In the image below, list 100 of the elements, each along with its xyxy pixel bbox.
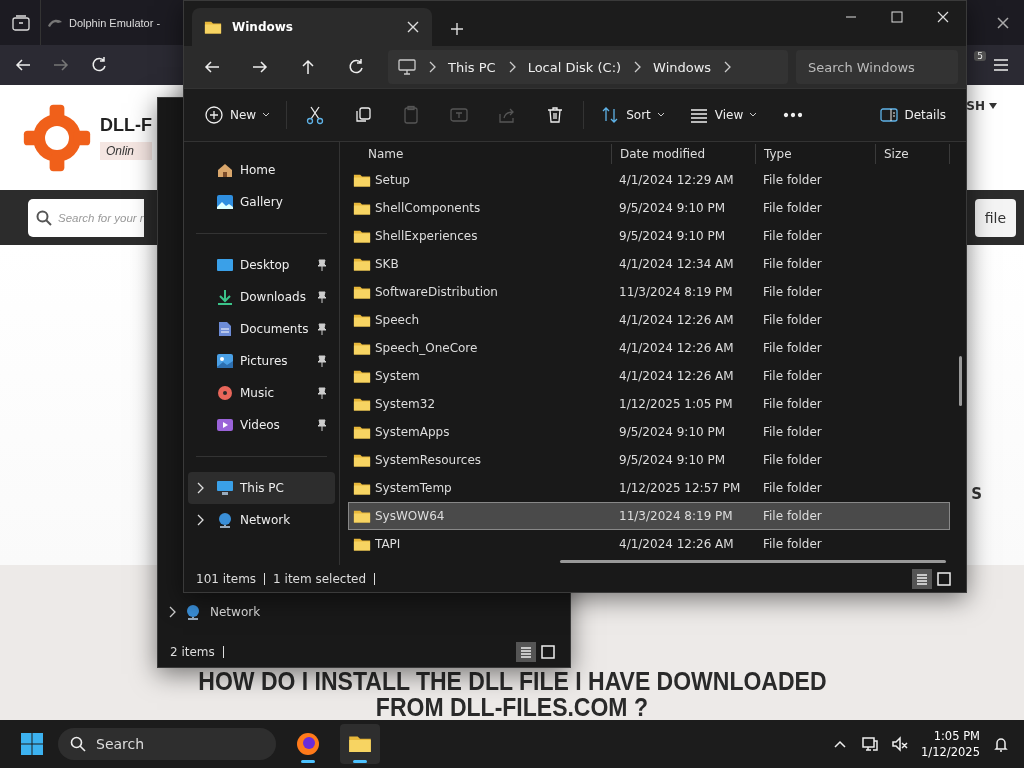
article-heading: FROM DLL-FILES.COM ? [375, 694, 649, 720]
file-row[interactable]: Speech_OneCore 4/1/2024 12:26 AM File folder [348, 334, 950, 362]
file-row[interactable]: ShellComponents 9/5/2024 9:10 PM File folder [348, 194, 950, 222]
date-cell: 11/3/2024 8:19 PM [619, 285, 733, 299]
sidebar-item[interactable]: Documents [188, 313, 335, 345]
type-cell: File folder [763, 341, 822, 355]
details-button[interactable]: Details [872, 98, 954, 132]
file-name: SysWOW64 [375, 509, 445, 523]
sidebar-item[interactable]: Gallery [188, 186, 335, 218]
file-row[interactable]: Setup 4/1/2024 12:29 AM File folder [348, 166, 950, 194]
square-icon [539, 643, 557, 661]
chevron-icon [723, 61, 732, 73]
column-header[interactable]: Name [368, 147, 404, 161]
type-cell: File folder [763, 397, 822, 411]
explorer-tab[interactable]: Windows [192, 8, 432, 46]
status-text: 2 items [170, 645, 215, 659]
maximize-icon [891, 11, 903, 23]
scrollbar-thumb[interactable] [959, 356, 962, 406]
extension-badge: 5 [974, 51, 986, 61]
documents-icon [216, 321, 234, 337]
status-text: 1 item selected [273, 571, 367, 586]
tab-list-icon[interactable] [12, 14, 30, 31]
file-row[interactable]: SoftwareDistribution 11/3/2024 8:19 PM File folder [348, 278, 950, 306]
file-row[interactable]: SystemResources 9/5/2024 9:10 PM File folder [348, 446, 950, 474]
date-cell: 9/5/2024 9:10 PM [619, 453, 726, 467]
copy-icon [353, 105, 374, 125]
start-icon[interactable] [20, 732, 44, 756]
folder-icon [353, 480, 371, 496]
plus-icon [204, 105, 224, 125]
new-button[interactable]: New [196, 98, 279, 132]
file-row[interactable]: SysWOW64 11/3/2024 8:19 PM File folder [348, 502, 950, 530]
details-pane-icon [880, 107, 899, 123]
file-row[interactable]: System32 1/12/2025 1:05 PM File folder [348, 390, 950, 418]
address-bar[interactable]: This PC Local Disk (C:) Windows [388, 50, 788, 84]
file-name: SKB [375, 257, 399, 271]
file-row[interactable]: ShellExperiences 9/5/2024 9:10 PM File folder [348, 222, 950, 250]
close-tab-button[interactable] [406, 20, 420, 34]
chevron-icon [633, 61, 642, 73]
view-button[interactable]: View [680, 98, 766, 132]
column-header[interactable]: Size [884, 147, 909, 161]
square-icon [935, 569, 953, 588]
search-field[interactable]: Search Windows [796, 50, 958, 84]
breadcrumb-item[interactable]: This PC [448, 59, 496, 75]
close-icon [937, 11, 949, 23]
pictures-icon [216, 353, 234, 369]
breadcrumb-item[interactable]: Windows [653, 59, 712, 75]
caret-icon [656, 112, 665, 118]
new-tab-button[interactable] [450, 22, 464, 36]
column-header[interactable]: Date modified [620, 147, 706, 161]
folder-icon [353, 508, 371, 524]
search-button[interactable]: file [974, 198, 1016, 237]
article-heading: HOW DO I INSTALL THE DLL FILE I HAVE DOWNLOADED [197, 668, 827, 694]
caret-icon [262, 112, 271, 118]
taskbar-search[interactable]: Search [58, 728, 276, 760]
file-row[interactable]: SKB 4/1/2024 12:34 AM File folder [348, 250, 950, 278]
type-cell: File folder [763, 509, 822, 523]
column-header[interactable]: Type [764, 147, 792, 161]
music-icon [216, 385, 234, 401]
sidebar-item[interactable]: Desktop [188, 249, 335, 281]
search-icon [70, 736, 86, 752]
gear-logo-icon [22, 102, 92, 173]
file-name: System32 [375, 397, 436, 411]
scrollbar-thumb[interactable] [560, 560, 946, 563]
language-selector[interactable]: SH [966, 99, 997, 113]
bell-icon [992, 735, 1010, 753]
page-text: S [971, 485, 982, 503]
sidebar-item[interactable]: Home [188, 154, 335, 186]
network-icon [184, 604, 202, 620]
file-row[interactable]: System 4/1/2024 12:26 AM File folder [348, 362, 950, 390]
folder-icon [353, 368, 371, 384]
folder-app-icon[interactable] [340, 724, 380, 764]
sidebar-item[interactable]: Downloads [188, 281, 335, 313]
tiles-view-button[interactable] [538, 642, 558, 662]
scissors-icon [305, 105, 326, 125]
file-row[interactable]: TAPI 4/1/2024 12:26 AM File folder [348, 530, 950, 558]
sidebar-item[interactable]: Pictures [188, 345, 335, 377]
file-row[interactable]: SystemApps 9/5/2024 9:10 PM File folder [348, 418, 950, 446]
folder-icon [353, 284, 371, 300]
file-name: ShellExperiences [375, 229, 478, 243]
sort-button[interactable]: Sort [592, 98, 673, 132]
sidebar-item[interactable]: Music [188, 377, 335, 409]
sidebar-item[interactable]: Network [210, 605, 261, 619]
breadcrumb-item[interactable]: Local Disk (C:) [527, 59, 622, 75]
sidebar-item[interactable]: Videos [188, 409, 335, 441]
chevron-icon [507, 61, 516, 73]
sidebar-item[interactable]: Network [188, 504, 335, 536]
file-name: Setup [375, 173, 410, 187]
type-cell: File folder [763, 481, 822, 495]
folder-icon [353, 536, 371, 552]
search-icon [36, 209, 52, 226]
sidebar-item[interactable]: This PC [188, 472, 335, 504]
chevron-icon [168, 606, 176, 618]
details-view-button[interactable] [516, 642, 536, 662]
close-icon [406, 20, 420, 34]
caret-icon [989, 103, 997, 109]
date-cell: 11/3/2024 8:19 PM [619, 509, 733, 523]
file-row[interactable]: SystemTemp 1/12/2025 12:57 PM File folder [348, 474, 950, 502]
file-row[interactable]: Speech 4/1/2024 12:26 AM File folder [348, 306, 950, 334]
home-icon [216, 162, 234, 178]
details-view-button[interactable] [912, 568, 932, 589]
